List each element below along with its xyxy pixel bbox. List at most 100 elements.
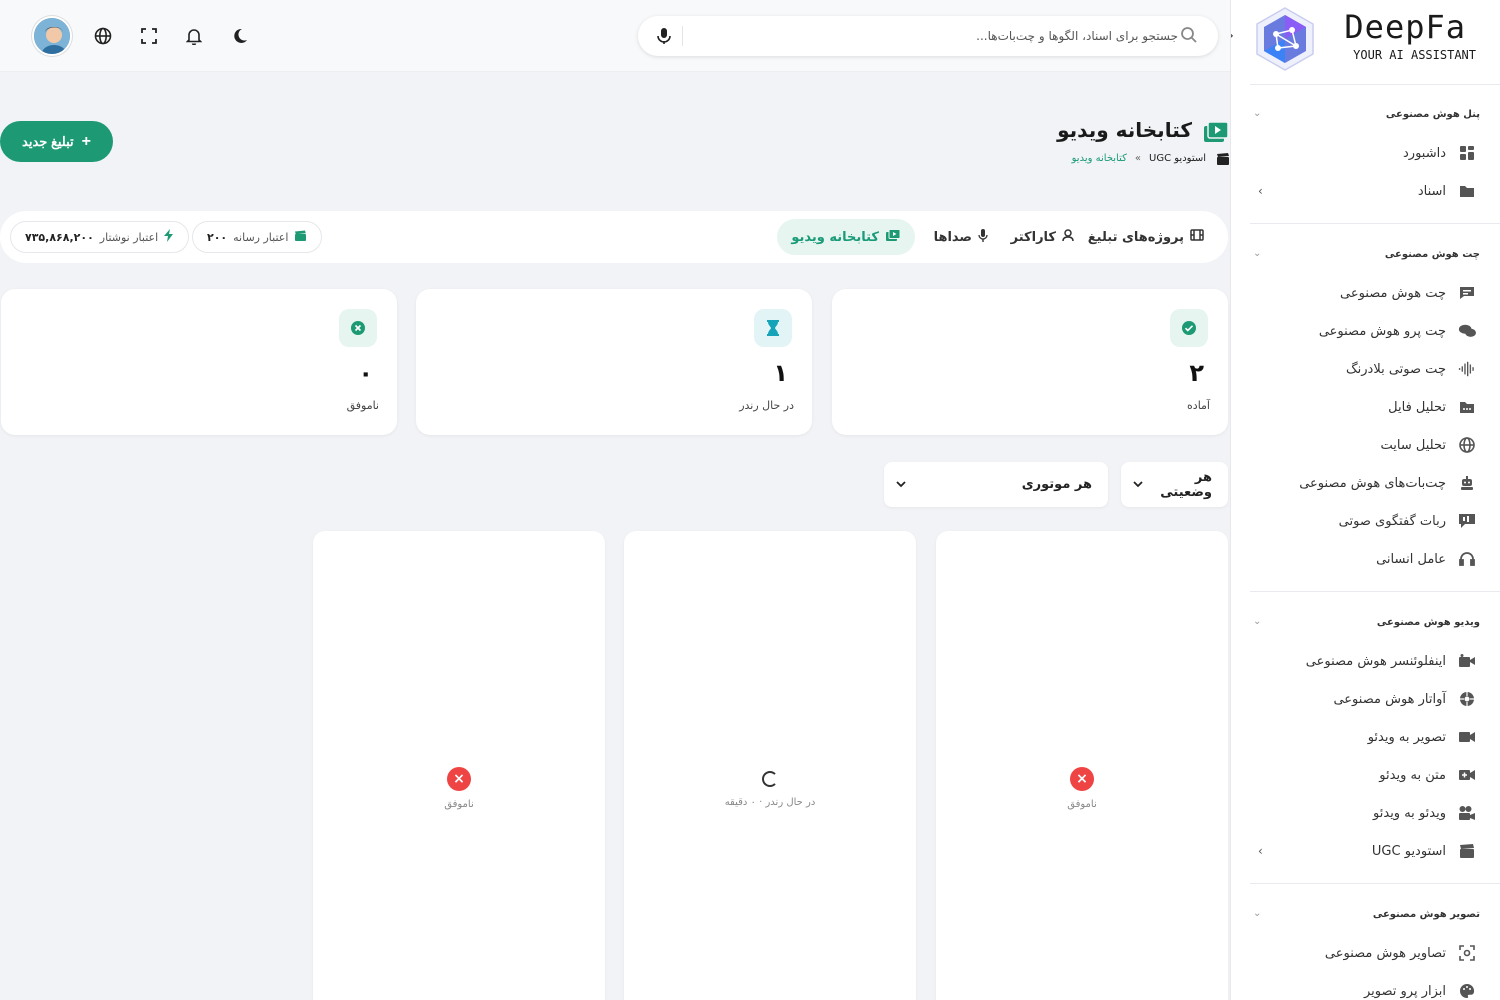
avatar-icon [1458, 690, 1476, 708]
microphone-icon[interactable] [654, 26, 674, 46]
breadcrumb: استودیو UGC » کتابخانه ویدیو [1072, 153, 1206, 164]
sidebar-item-ai-chatbots[interactable]: چت‌بات‌های هوش مصنوعی [1231, 465, 1500, 501]
clapper-icon [1217, 153, 1229, 165]
sidebar-item-video-to-video[interactable]: ویدئو به ویدئو [1231, 795, 1500, 831]
language-globe-icon[interactable] [93, 26, 113, 46]
sidebar-item-ai-chat[interactable]: چت هوش مصنوعی [1231, 275, 1500, 311]
chevron-down-icon[interactable]: ⌄ [1253, 908, 1261, 919]
sidebar-item-label: چت پرو هوش مصنوعی [1318, 323, 1446, 339]
sidebar-item-label: چت‌بات‌های هوش مصنوعی [1299, 475, 1446, 491]
video-status: در حال رندر · ۰ دقیقه [624, 767, 916, 808]
section-title: ویدیو هوش مصنوعی [1376, 617, 1480, 628]
chevron-down-icon[interactable]: ⌄ [1253, 248, 1261, 259]
sidebar-item-documents[interactable]: ‹ اسناد [1231, 173, 1500, 209]
sidebar-item-label: داشبورد [1403, 145, 1446, 161]
sidebar-item-ai-images[interactable]: تصاویر هوش مصنوعی [1231, 935, 1500, 971]
sidebar-item-label: اینفلوئنسر هوش مصنوعی [1305, 653, 1446, 669]
brand-subtitle: YOUR AI ASSISTANT [1353, 48, 1476, 62]
sidebar: DeepFa YOUR AI ASSISTANT › پنل هوش مصنوع… [1230, 0, 1500, 1000]
sidebar-item-label: اسناد [1417, 183, 1446, 199]
sidebar-item-file-analysis[interactable]: تحلیل فایل [1231, 389, 1500, 425]
video-card[interactable]: × ناموفق [936, 531, 1228, 1000]
notification-bell-icon[interactable] [184, 26, 204, 46]
engine-filter-value: هر موتوری [1021, 477, 1092, 492]
sidebar-item-image-pro-tools[interactable]: ابزار پرو تصویر [1231, 973, 1500, 1000]
stat-card-rendering: ۱ در حال رندر [416, 289, 812, 435]
stat-value: ۲ [1189, 359, 1204, 387]
robot-icon [1458, 474, 1476, 492]
chevron-down-icon [1133, 477, 1143, 492]
chevron-down-icon[interactable]: ⌄ [1253, 616, 1261, 627]
tab-label: کتابخانه ویدیو [791, 229, 879, 245]
sidebar-item-image-to-video[interactable]: تصویر به ویدئو [1231, 719, 1500, 755]
avatar[interactable] [32, 16, 72, 56]
section-title: چت هوش مصنوعی [1384, 249, 1480, 260]
video-library-icon [885, 228, 901, 246]
video-camera-icon [1458, 728, 1476, 746]
sidebar-item-label: ابزار پرو تصویر [1363, 983, 1446, 999]
chevron-down-icon[interactable]: ⌄ [1253, 108, 1261, 119]
sidebar-collapse-button[interactable]: › [1231, 22, 1243, 50]
video-status-text: در حال رندر · ۰ دقیقه [724, 797, 816, 808]
stat-value: ۱ [773, 359, 788, 387]
sidebar-item-label: استودیو UGC [1371, 843, 1446, 859]
video-status-text: ناموفق [444, 799, 474, 810]
brand-logo[interactable]: DeepFa YOUR AI ASSISTANT [1231, 0, 1500, 80]
tab-label: پروژه‌های تبلیغ [1087, 229, 1184, 245]
loading-spinner-icon [762, 771, 778, 787]
breadcrumb-separator: » [1134, 153, 1142, 164]
sidebar-item-ugc-studio[interactable]: ‹ استودیو UGC [1231, 833, 1500, 869]
tab-video-library[interactable]: کتابخانه ویدیو [777, 219, 915, 255]
sidebar-item-ai-influencer[interactable]: اینفلوئنسر هوش مصنوعی [1231, 643, 1500, 679]
sidebar-item-ai-chat-pro[interactable]: چت پرو هوش مصنوعی [1231, 313, 1500, 349]
new-ad-button[interactable]: + تبلیغ جدید [0, 121, 113, 162]
sidebar-item-text-to-video[interactable]: متن به ویدئو [1231, 757, 1500, 793]
video-library-icon [1204, 121, 1229, 142]
top-bar [0, 0, 1230, 72]
chat-pro-icon [1458, 322, 1476, 340]
sidebar-item-ai-avatar[interactable]: آواتار هوش مصنوعی [1231, 681, 1500, 717]
breadcrumb-parent[interactable]: استودیو UGC [1149, 153, 1206, 164]
tab-label: کاراکتر [1010, 229, 1056, 245]
video-plus-icon [1458, 766, 1476, 784]
chevron-left-icon: ‹ [1258, 844, 1263, 858]
video-status-text: ناموفق [1067, 799, 1097, 810]
engine-filter-select[interactable]: هر موتوری [884, 462, 1108, 507]
sidebar-item-dashboard[interactable]: داشبورد [1231, 135, 1500, 171]
brand-title: DeepFa [1344, 8, 1466, 46]
section-title: پنل هوش مصنوعی [1385, 109, 1480, 120]
divider [1250, 84, 1500, 85]
chevron-down-icon [896, 477, 906, 492]
globe-icon [1458, 436, 1476, 454]
bolt-icon [164, 229, 174, 245]
video-card[interactable]: × ناموفق [313, 531, 605, 1000]
sidebar-item-realtime-voice-chat[interactable]: چت صوتی بلادرنگ [1231, 351, 1500, 387]
dashboard-icon [1458, 144, 1476, 162]
tab-character[interactable]: کاراکتر [997, 219, 1088, 255]
new-ad-label: تبلیغ جدید [22, 133, 74, 149]
status-filter-select[interactable]: هر وضعیتی [1121, 462, 1228, 507]
search-input[interactable] [688, 16, 1178, 56]
sidebar-item-label: تصاویر هوش مصنوعی [1324, 945, 1446, 961]
x-circle-icon [339, 309, 377, 347]
stat-label: آماده [1187, 399, 1210, 412]
tab-voices[interactable]: صداها [920, 219, 1002, 255]
chevron-right-icon: › [1231, 28, 1234, 44]
dark-mode-moon-icon[interactable] [230, 26, 250, 46]
image-scan-icon [1458, 944, 1476, 962]
credit-label: اعتبار نوشتار [99, 230, 159, 244]
sidebar-item-label: تحلیل سایت [1380, 437, 1446, 453]
hourglass-icon [754, 309, 792, 347]
plus-icon: + [81, 132, 91, 150]
stat-value: ۰ [358, 359, 373, 387]
video-card[interactable]: در حال رندر · ۰ دقیقه [624, 531, 916, 1000]
divider [1250, 223, 1500, 224]
divider [682, 26, 683, 46]
user-icon [1062, 228, 1074, 246]
sidebar-item-human-agent[interactable]: عامل انسانی [1231, 541, 1500, 577]
file-icon [1458, 398, 1476, 416]
sidebar-item-site-analysis[interactable]: تحلیل سایت [1231, 427, 1500, 463]
fullscreen-icon[interactable] [139, 26, 159, 46]
sidebar-item-voice-bot[interactable]: ربات گفتگوی صوتی [1231, 503, 1500, 539]
tab-ad-projects[interactable]: پروژه‌های تبلیغ [1074, 219, 1218, 255]
